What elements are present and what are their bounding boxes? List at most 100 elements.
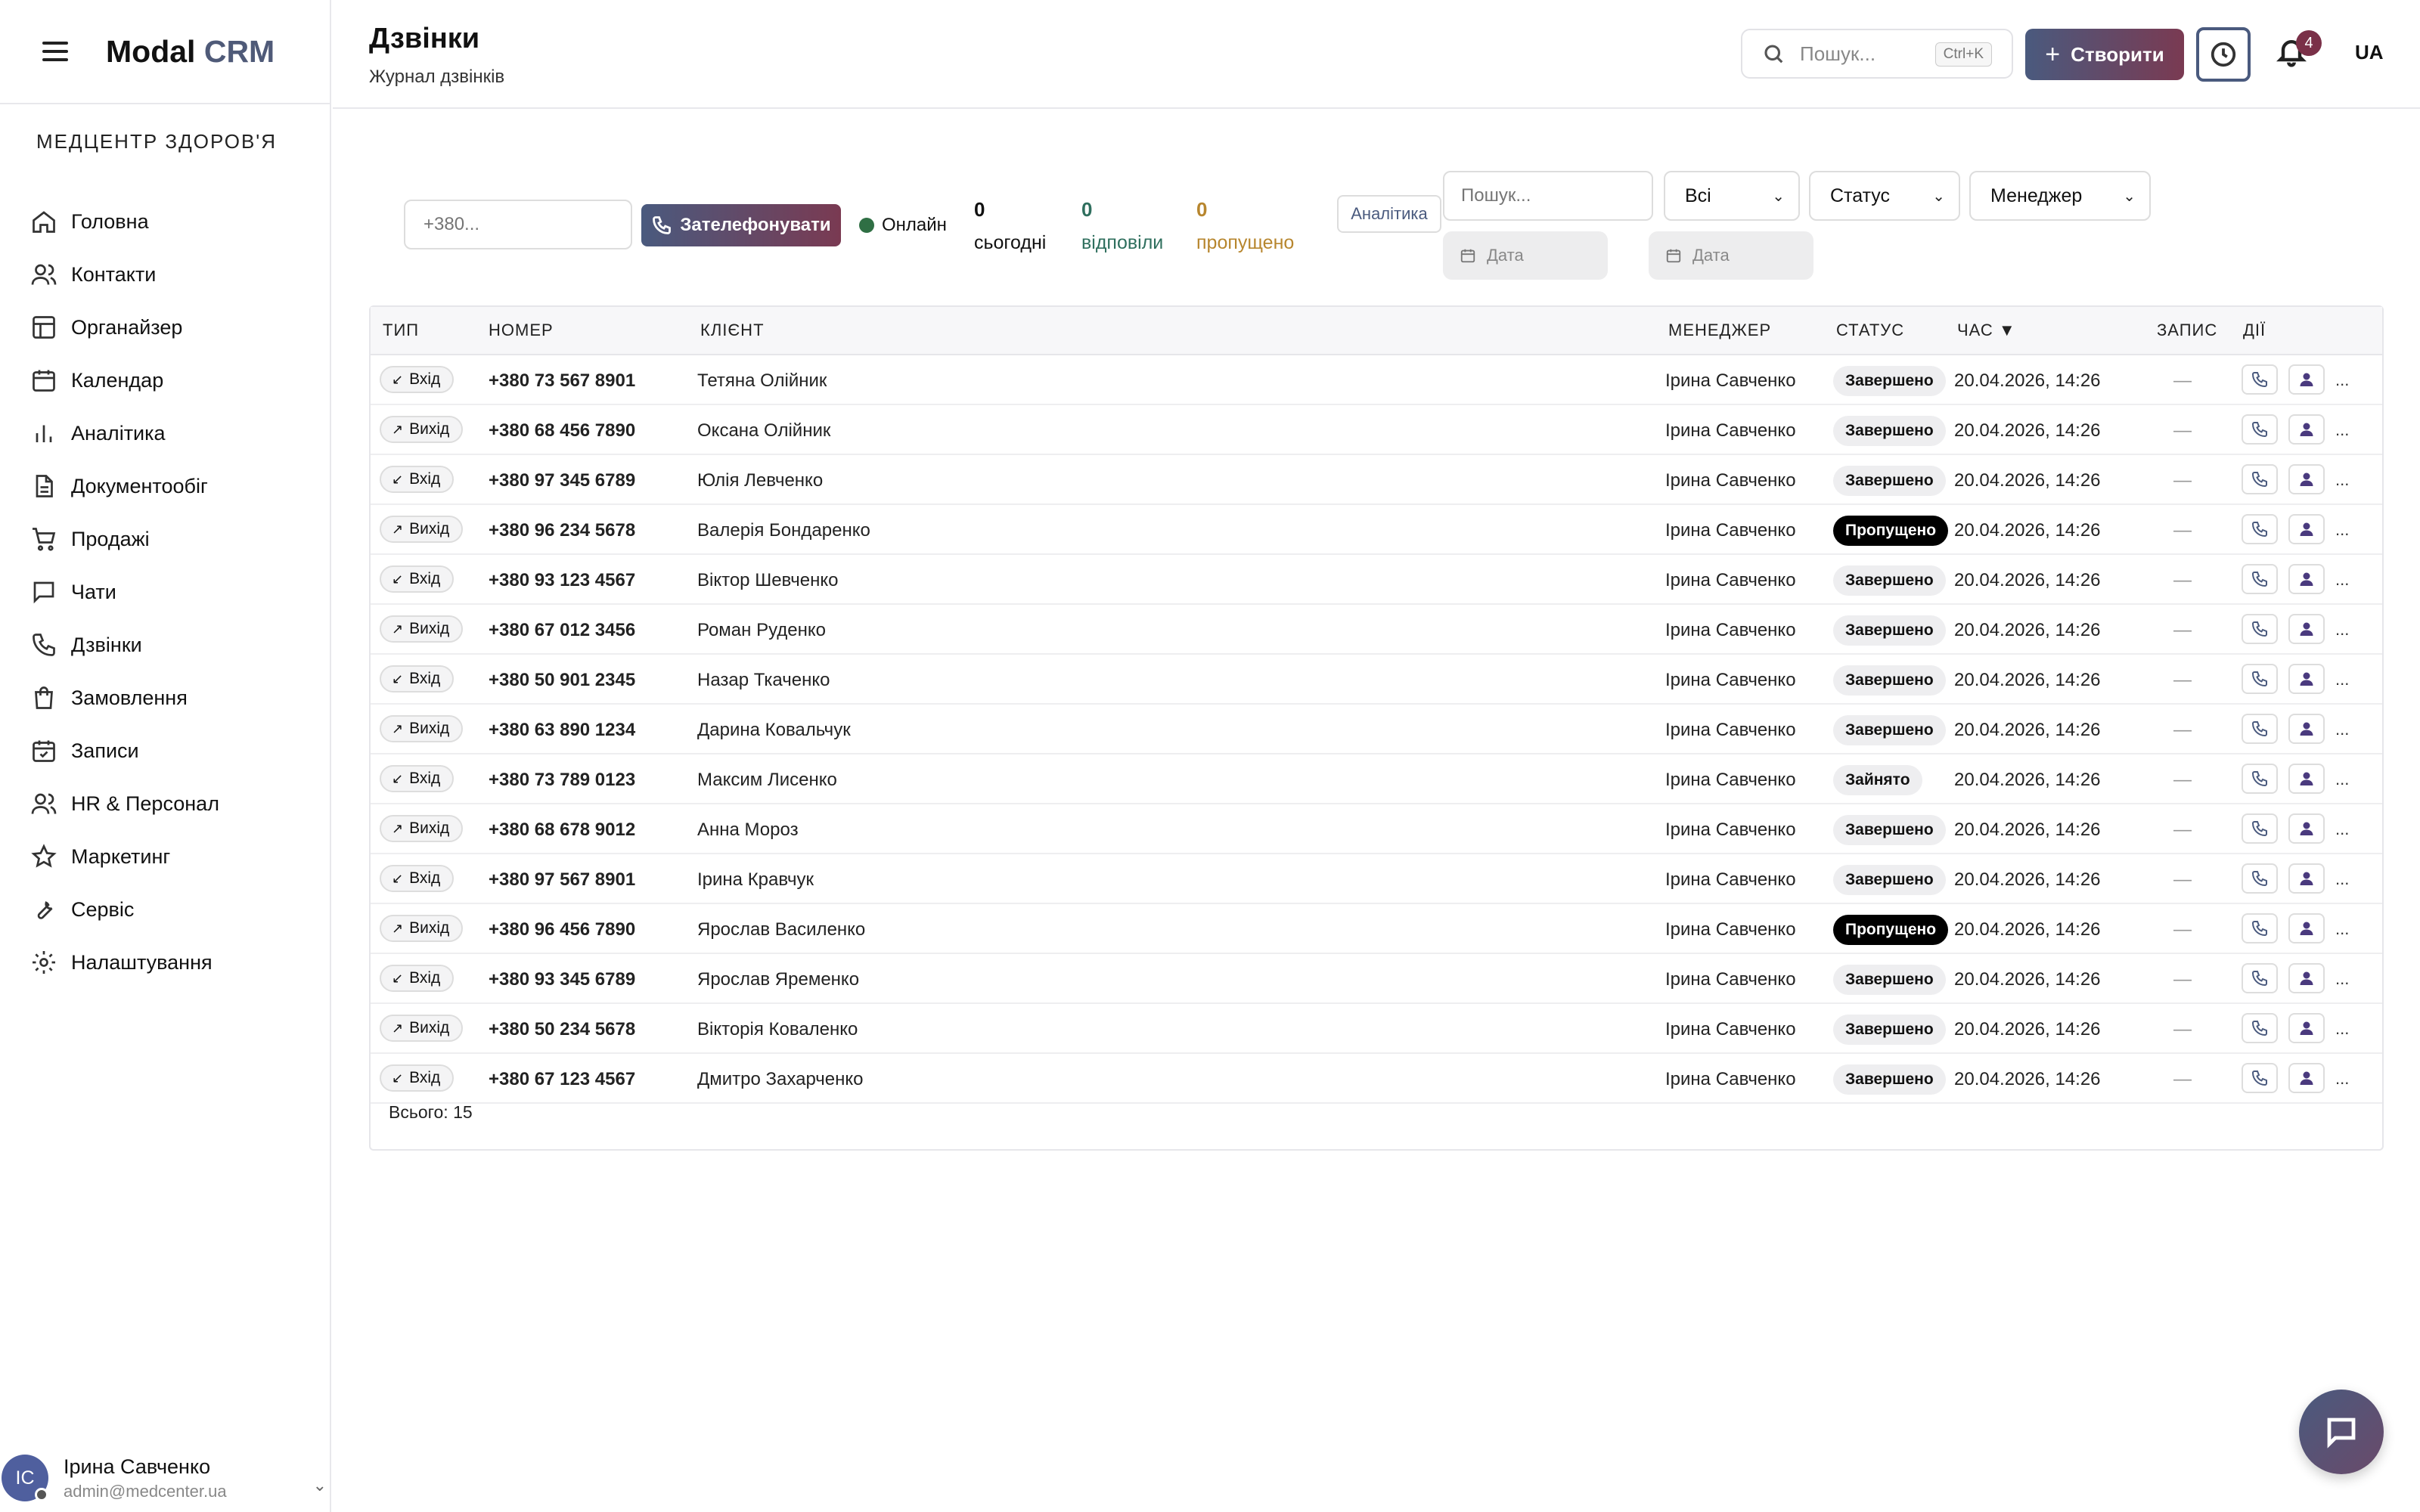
phone-number[interactable]: +380 97 567 8901 xyxy=(489,869,635,891)
status-filter-select[interactable]: Статус ⌄ xyxy=(1809,171,1960,221)
client-name[interactable]: Віктор Шевченко xyxy=(697,570,838,591)
sidebar-item-11[interactable]: Записи xyxy=(30,724,310,777)
more-icon[interactable]: ... xyxy=(2335,470,2349,490)
phone-number[interactable]: +380 67 012 3456 xyxy=(489,620,635,641)
client-name[interactable]: Юлія Левченко xyxy=(697,470,823,491)
column-time[interactable]: ЧАС ▼ xyxy=(1957,321,2016,340)
more-icon[interactable]: ... xyxy=(2335,420,2349,440)
client-name[interactable]: Максим Лисенко xyxy=(697,770,837,791)
client-name[interactable]: Назар Ткаченко xyxy=(697,670,830,691)
manager-filter-select[interactable]: Менеджер ⌄ xyxy=(1969,171,2151,221)
client-name[interactable]: Анна Мороз xyxy=(697,820,799,841)
global-search[interactable]: Пошук... Ctrl+K xyxy=(1741,29,2013,79)
more-icon[interactable]: ... xyxy=(2335,670,2349,689)
client-name[interactable]: Роман Руденко xyxy=(697,620,826,641)
table-row[interactable]: ↗ Вихід +380 67 012 3456 Роман Руденко Ірина… xyxy=(371,605,2382,655)
phone-number[interactable]: +380 68 678 9012 xyxy=(489,820,635,841)
app-logo[interactable]: Modal CRM xyxy=(106,34,275,70)
more-icon[interactable]: ... xyxy=(2335,720,2349,739)
table-row[interactable]: ↙ Вхід +380 93 123 4567 Віктор Шевченко Ірин… xyxy=(371,555,2382,605)
phone-number[interactable]: +380 93 123 4567 xyxy=(489,570,635,591)
call-button[interactable]: Зателефонувати xyxy=(641,204,841,246)
call-back-button[interactable] xyxy=(2242,813,2278,844)
phone-number[interactable]: +380 67 123 4567 xyxy=(489,1069,635,1090)
sidebar-item-9[interactable]: Дзвінки xyxy=(30,618,310,671)
sidebar-item-14[interactable]: Сервіс xyxy=(30,883,310,936)
call-back-button[interactable] xyxy=(2242,614,2278,644)
column-record[interactable]: ЗАПИС xyxy=(2157,321,2217,340)
table-row[interactable]: ↙ Вхід +380 73 567 8901 Тетяна Олійник Ірина… xyxy=(371,355,2382,405)
more-icon[interactable]: ... xyxy=(2335,370,2349,390)
create-button[interactable]: + Створити xyxy=(2025,29,2184,80)
call-back-button[interactable] xyxy=(2242,913,2278,943)
more-icon[interactable]: ... xyxy=(2335,570,2349,590)
user-profile[interactable]: ІС Ірина Савченко admin@medcenter.ua ⌄ xyxy=(0,1444,331,1512)
phone-input[interactable] xyxy=(404,200,632,249)
open-contact-button[interactable] xyxy=(2288,714,2325,744)
phone-number[interactable]: +380 50 234 5678 xyxy=(489,1019,635,1040)
sidebar-item-6[interactable]: Документообіг xyxy=(30,460,310,513)
phone-number[interactable]: +380 73 567 8901 xyxy=(489,370,635,392)
more-icon[interactable]: ... xyxy=(2335,820,2349,839)
table-row[interactable]: ↗ Вихід +380 63 890 1234 Дарина Ковальчук Ір… xyxy=(371,705,2382,754)
sidebar-item-2[interactable]: Контакти xyxy=(30,248,310,301)
table-row[interactable]: ↗ Вихід +380 96 456 7890 Ярослав Василенко І… xyxy=(371,904,2382,954)
table-row[interactable]: ↙ Вхід +380 93 345 6789 Ярослав Яременко Іри… xyxy=(371,954,2382,1004)
call-back-button[interactable] xyxy=(2242,364,2278,395)
more-icon[interactable]: ... xyxy=(2335,969,2349,989)
open-contact-button[interactable] xyxy=(2288,764,2325,794)
history-button[interactable] xyxy=(2196,27,2251,82)
open-contact-button[interactable] xyxy=(2288,1013,2325,1043)
client-name[interactable]: Тетяна Олійник xyxy=(697,370,827,392)
sidebar-item-8[interactable]: Чати xyxy=(30,565,310,618)
client-name[interactable]: Дарина Ковальчук xyxy=(697,720,851,741)
open-contact-button[interactable] xyxy=(2288,913,2325,943)
client-name[interactable]: Ірина Кравчук xyxy=(697,869,814,891)
more-icon[interactable]: ... xyxy=(2335,1019,2349,1039)
phone-number[interactable]: +380 63 890 1234 xyxy=(489,720,635,741)
table-row[interactable]: ↙ Вхід +380 97 567 8901 Ірина Кравчук Ірина … xyxy=(371,854,2382,904)
open-contact-button[interactable] xyxy=(2288,1063,2325,1093)
call-back-button[interactable] xyxy=(2242,514,2278,544)
column-client[interactable]: КЛІЄНТ xyxy=(700,321,765,340)
call-back-button[interactable] xyxy=(2242,963,2278,993)
open-contact-button[interactable] xyxy=(2288,664,2325,694)
sidebar-item-15[interactable]: Налаштування xyxy=(30,936,310,989)
calls-search-input[interactable] xyxy=(1443,171,1653,221)
column-status[interactable]: СТАТУС xyxy=(1836,321,1904,340)
more-icon[interactable]: ... xyxy=(2335,520,2349,540)
table-row[interactable]: ↗ Вихід +380 96 234 5678 Валерія Бондаренко… xyxy=(371,505,2382,555)
call-back-button[interactable] xyxy=(2242,564,2278,594)
sidebar-item-4[interactable]: Календар xyxy=(30,354,310,407)
phone-number[interactable]: +380 50 901 2345 xyxy=(489,670,635,691)
client-name[interactable]: Дмитро Захарченко xyxy=(697,1069,863,1090)
table-row[interactable]: ↗ Вихід +380 68 678 9012 Анна Мороз Ірина Са… xyxy=(371,804,2382,854)
more-icon[interactable]: ... xyxy=(2335,1069,2349,1089)
sidebar-item-7[interactable]: Продажі xyxy=(30,513,310,565)
more-icon[interactable]: ... xyxy=(2335,919,2349,939)
call-back-button[interactable] xyxy=(2242,714,2278,744)
sidebar-item-13[interactable]: Маркетинг xyxy=(30,830,310,883)
table-row[interactable]: ↗ Вихід +380 50 234 5678 Вікторія Коваленко… xyxy=(371,1004,2382,1054)
column-number[interactable]: НОМЕР xyxy=(489,321,554,340)
more-icon[interactable]: ... xyxy=(2335,770,2349,789)
menu-icon[interactable] xyxy=(42,42,68,61)
call-back-button[interactable] xyxy=(2242,664,2278,694)
open-contact-button[interactable] xyxy=(2288,464,2325,494)
open-contact-button[interactable] xyxy=(2288,564,2325,594)
more-icon[interactable]: ... xyxy=(2335,620,2349,640)
call-back-button[interactable] xyxy=(2242,1013,2278,1043)
table-row[interactable]: ↙ Вхід +380 97 345 6789 Юлія Левченко Ірина … xyxy=(371,455,2382,505)
open-contact-button[interactable] xyxy=(2288,414,2325,445)
sidebar-item-1[interactable]: Головна xyxy=(30,195,310,248)
column-type[interactable]: ТИП xyxy=(383,321,419,340)
client-name[interactable]: Ярослав Василенко xyxy=(697,919,865,940)
language-switcher[interactable]: UA xyxy=(2355,41,2384,64)
client-name[interactable]: Вікторія Коваленко xyxy=(697,1019,858,1040)
open-contact-button[interactable] xyxy=(2288,514,2325,544)
client-name[interactable]: Валерія Бондаренко xyxy=(697,520,870,541)
table-row[interactable]: ↗ Вихід +380 68 456 7890 Оксана Олійник Ірин… xyxy=(371,405,2382,455)
phone-number[interactable]: +380 96 456 7890 xyxy=(489,919,635,940)
open-contact-button[interactable] xyxy=(2288,963,2325,993)
date-from-input[interactable]: Дата xyxy=(1443,231,1608,280)
